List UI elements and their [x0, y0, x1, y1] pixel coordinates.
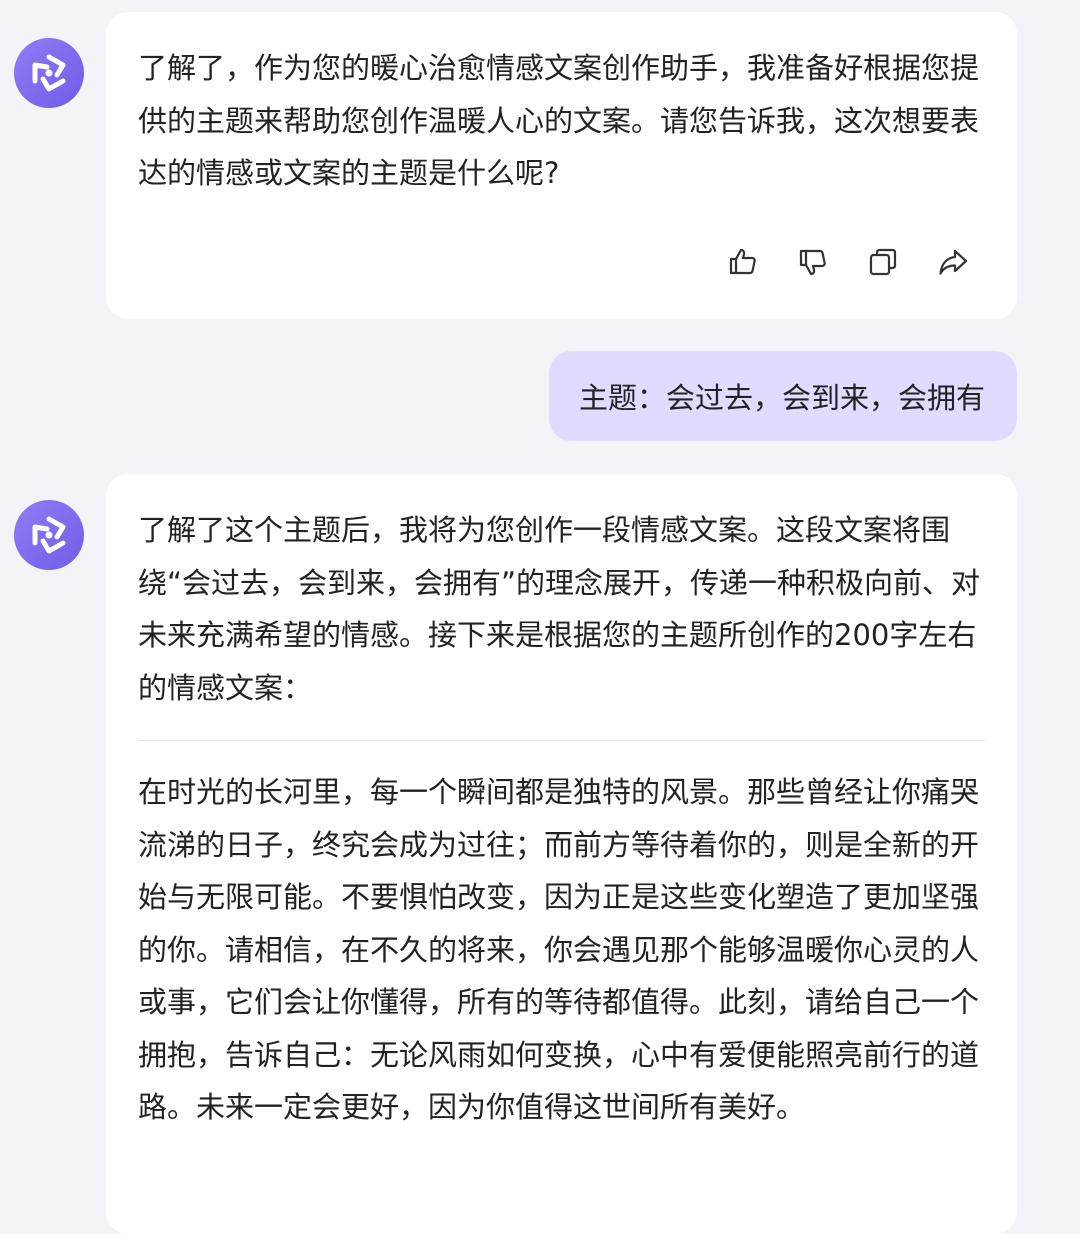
user-message-text: 主题：会过去，会到来，会拥有	[578, 381, 985, 415]
assistant-logo-icon	[32, 54, 66, 92]
share-icon	[939, 249, 968, 275]
assistant-copywriting-text: 在时光的长河里，每一个瞬间都是独特的风景。那些曾经让你痛哭流涕的日子，终究会成为…	[138, 775, 980, 1124]
dislike-button[interactable]	[795, 244, 831, 280]
thumbs-down-icon	[799, 249, 826, 276]
user-message-bubble: 主题：会过去，会到来，会拥有	[548, 351, 1017, 441]
assistant-avatar	[14, 38, 84, 108]
copy-icon	[869, 248, 897, 276]
message-actions	[725, 244, 971, 280]
copy-button[interactable]	[865, 244, 901, 280]
assistant-avatar	[14, 500, 84, 570]
assistant-message-bubble: 了解了，作为您的暖心治愈情感文案创作助手，我准备好根据您提供的主题来帮助您创作温…	[106, 12, 1017, 319]
assistant-logo-icon	[32, 516, 66, 554]
assistant-message-bubble: 了解了这个主题后，我将为您创作一段情感文案。这段文案将围绕“会过去，会到来，会拥…	[106, 474, 1017, 1234]
thumbs-up-icon	[729, 248, 756, 275]
assistant-intro-text: 了解了这个主题后，我将为您创作一段情感文案。这段文案将围绕“会过去，会到来，会拥…	[138, 513, 981, 705]
share-button[interactable]	[935, 244, 971, 280]
assistant-message-text: 了解了，作为您的暖心治愈情感文案创作助手，我准备好根据您提供的主题来帮助您创作温…	[138, 51, 980, 190]
like-button[interactable]	[725, 244, 761, 280]
content-divider	[138, 740, 985, 741]
